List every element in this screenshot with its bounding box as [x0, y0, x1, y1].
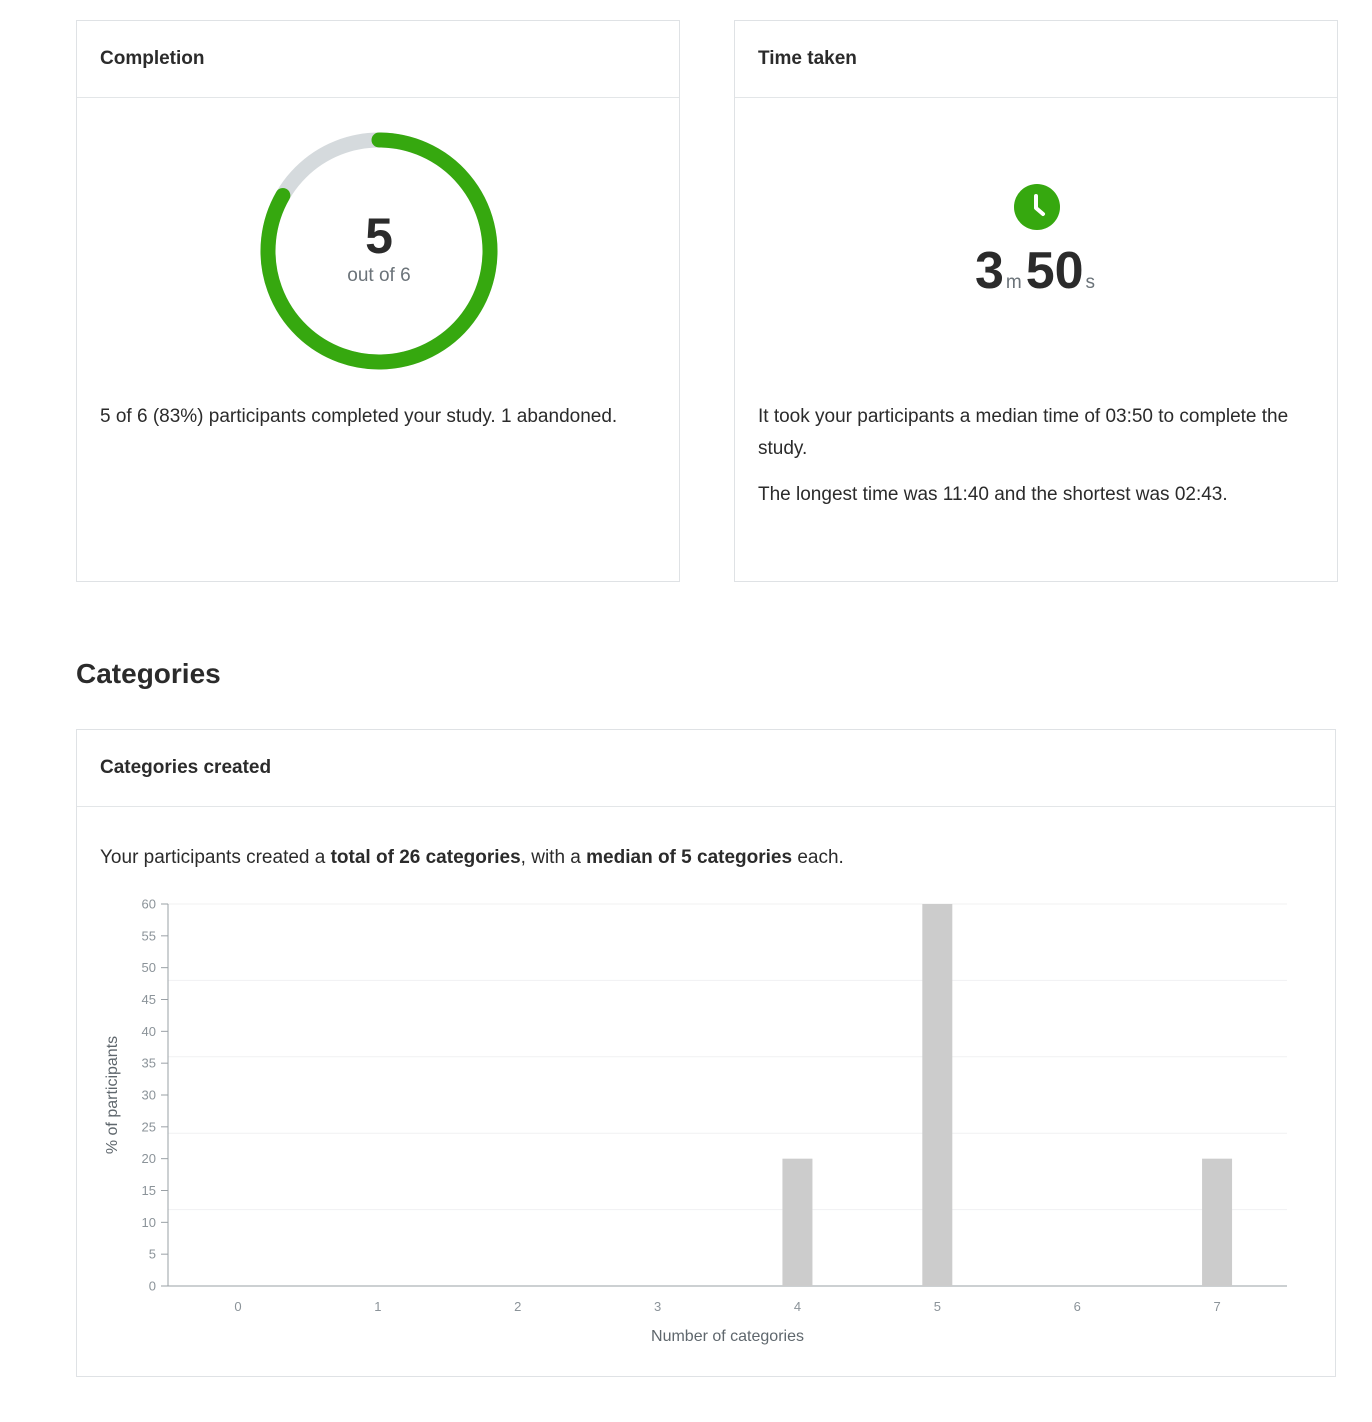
summary-middle: , with a	[520, 847, 587, 868]
x-tick-label: 1	[374, 1299, 381, 1314]
time-range-text: The longest time was 11:40 and the short…	[758, 484, 1228, 505]
y-tick-label: 55	[142, 928, 156, 943]
completion-card: Completion 5 out of 6 5 of 6 (83%) parti…	[76, 20, 680, 582]
x-tick-label: 5	[934, 1299, 941, 1314]
categories-bar-chart: 0510152025303540455055600 1 2 3 4 5 6 7Number o…	[104, 897, 1287, 1345]
completed-out-of: out of 6	[347, 265, 411, 286]
chart-bar	[782, 1158, 813, 1286]
summary-prefix: Your participants created a	[100, 847, 331, 868]
seconds-unit: s	[1085, 272, 1096, 293]
y-tick-label: 25	[142, 1119, 156, 1134]
time-taken-card: Time taken 3 m50 s It took your participan…	[734, 20, 1338, 582]
minutes-unit: m	[1005, 272, 1022, 293]
x-tick-label: 4	[794, 1299, 801, 1314]
completion-card-title: Completion	[77, 21, 679, 98]
completed-count: 5	[365, 208, 393, 264]
x-tick-label: 3	[654, 1299, 661, 1314]
y-tick-label: 20	[142, 1151, 156, 1166]
chart-bar	[922, 904, 953, 1286]
y-tick-label: 35	[142, 1056, 156, 1071]
y-tick-label: 60	[142, 897, 156, 912]
y-tick-label: 10	[142, 1215, 156, 1230]
y-tick-label: 5	[149, 1247, 156, 1262]
y-tick-label: 15	[142, 1183, 156, 1198]
summary-suffix: each.	[792, 847, 844, 868]
y-tick-label: 45	[142, 992, 156, 1007]
summary-total: total of 26 categories	[330, 847, 521, 868]
time-taken-card-title: Time taken	[735, 21, 1337, 98]
x-tick-label: 2	[514, 1299, 521, 1314]
y-tick-label: 0	[149, 1279, 156, 1294]
x-axis-title: Number of categories	[651, 1328, 804, 1345]
median-time-text: It took your participants a median time …	[758, 406, 1289, 459]
x-tick-label: 7	[1213, 1299, 1220, 1314]
summary-median: median of 5 categories	[586, 847, 793, 868]
categories-section-title: Categories	[76, 658, 221, 689]
chart-bar	[1202, 1158, 1233, 1286]
x-tick-label: 6	[1074, 1299, 1081, 1314]
completion-donut-chart: 5 out of 6	[259, 131, 499, 371]
median-time-display: 3 m50 s	[735, 241, 1339, 301]
completion-summary: 5 of 6 (83%) participants completed your…	[100, 406, 618, 427]
clock-icon	[1014, 184, 1060, 230]
median-seconds: 50	[1025, 242, 1084, 300]
y-tick-label: 50	[142, 960, 156, 975]
categories-created-card: Categories created Your participants cre…	[76, 729, 1336, 1377]
x-tick-label: 0	[234, 1299, 241, 1314]
y-tick-label: 40	[142, 1024, 156, 1039]
median-minutes: 3	[974, 242, 1004, 300]
categories-created-title: Categories created	[77, 730, 1335, 807]
y-tick-label: 30	[142, 1088, 156, 1103]
y-axis-title: % of participants	[104, 1036, 121, 1154]
categories-summary: Your participants created a total of 26 …	[100, 842, 844, 874]
